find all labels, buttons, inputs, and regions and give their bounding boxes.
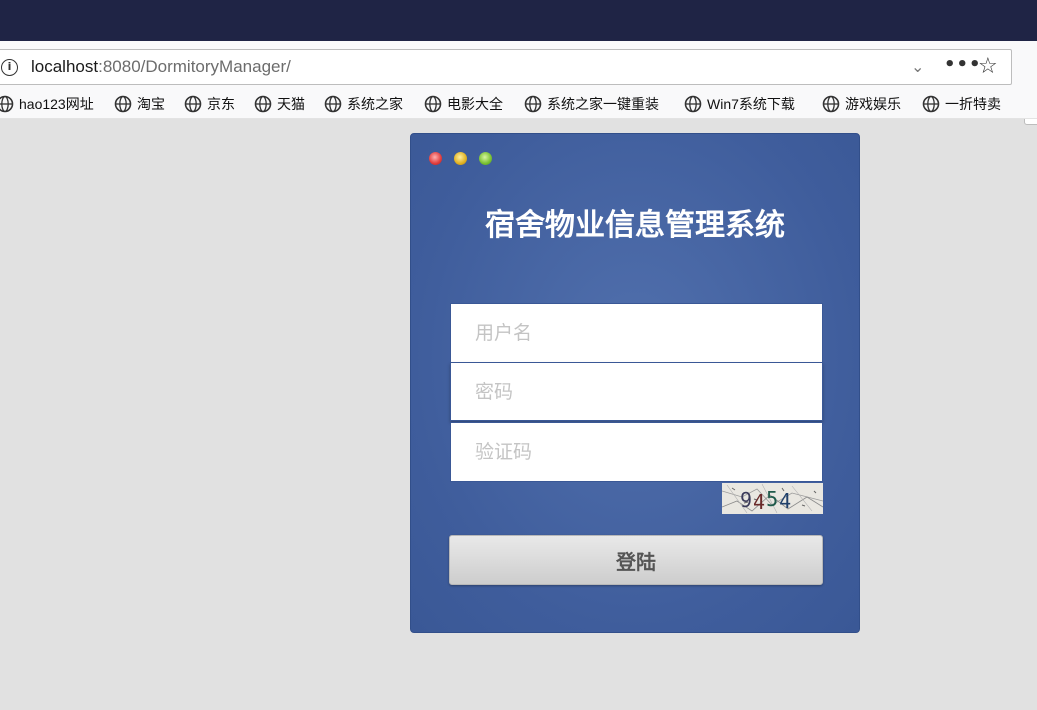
- bookmark-label: 系统之家: [347, 96, 403, 112]
- minimize-window-icon[interactable]: [454, 152, 467, 165]
- bookmark-label: 一折特卖: [945, 96, 1001, 112]
- address-bar[interactable]: i localhost:8080/DormitoryManager/ ⌄ •••…: [0, 49, 1012, 85]
- bookmark-label: 京东: [207, 96, 235, 112]
- more-actions-icon[interactable]: •••: [944, 54, 982, 75]
- bookmark-item[interactable]: 天猫: [254, 94, 305, 114]
- captcha-input[interactable]: [451, 423, 822, 481]
- browser-titlebar: [0, 0, 1037, 41]
- close-window-icon[interactable]: [429, 152, 442, 165]
- captcha-noise: 9454: [722, 483, 823, 514]
- captcha-field-wrapper: [450, 422, 823, 482]
- bookmark-item[interactable]: 淘宝: [114, 94, 165, 114]
- bookmark-item[interactable]: 京东: [184, 94, 235, 114]
- globe-icon: [184, 95, 202, 113]
- login-panel: 宿舍物业信息管理系统 9454 登陆: [410, 133, 860, 633]
- globe-icon: [822, 95, 840, 113]
- bookmarks-toolbar: hao123网址 淘宝 京东 天猫 系统之家 电影大全 系统之家一键重装 Win7系统下载 游戏…: [0, 89, 1037, 119]
- bookmark-label: Win7系统下载: [707, 96, 795, 112]
- captcha-image[interactable]: 9454: [722, 483, 823, 514]
- browser-navbar: i localhost:8080/DormitoryManager/ ⌄ •••…: [0, 41, 1037, 125]
- username-input[interactable]: [451, 304, 822, 362]
- bookmark-label: 游戏娱乐: [845, 96, 901, 112]
- bookmark-item[interactable]: 一折特卖: [922, 94, 1001, 114]
- info-icon[interactable]: i: [1, 59, 18, 76]
- bookmark-label: 淘宝: [137, 96, 165, 112]
- url-path: :8080/DormitoryManager/: [98, 57, 291, 76]
- globe-icon: [254, 95, 272, 113]
- captcha-code-text: 9454: [740, 487, 792, 514]
- bookmark-item[interactable]: 系统之家: [324, 94, 403, 114]
- bookmark-item[interactable]: 游戏娱乐: [822, 94, 901, 114]
- bookmark-label: hao123网址: [19, 96, 94, 112]
- bookmark-item[interactable]: 系统之家一键重装: [524, 94, 659, 114]
- password-field-wrapper: [450, 362, 823, 421]
- bookmark-label: 电影大全: [447, 96, 503, 112]
- url-host: localhost: [31, 57, 99, 76]
- globe-icon: [922, 95, 940, 113]
- globe-icon: [524, 95, 542, 113]
- globe-icon: [684, 95, 702, 113]
- bookmark-item[interactable]: 电影大全: [424, 94, 503, 114]
- bookmark-label: 系统之家一键重装: [547, 96, 659, 112]
- password-input[interactable]: [451, 363, 822, 420]
- bookmark-item[interactable]: hao123网址: [0, 94, 94, 114]
- login-button[interactable]: 登陆: [449, 535, 823, 585]
- system-title: 宿舍物业信息管理系统: [485, 208, 785, 243]
- maximize-window-icon[interactable]: [479, 152, 492, 165]
- bookmark-item[interactable]: Win7系统下载: [684, 94, 795, 114]
- bookmark-star-icon[interactable]: ☆: [978, 54, 998, 79]
- bookmark-label: 天猫: [277, 96, 305, 112]
- username-field-wrapper: [450, 303, 823, 363]
- globe-icon: [0, 95, 14, 113]
- globe-icon: [114, 95, 132, 113]
- chevron-down-icon[interactable]: ⌄: [911, 57, 924, 76]
- globe-icon: [424, 95, 442, 113]
- globe-icon: [324, 95, 342, 113]
- url-text[interactable]: localhost:8080/DormitoryManager/: [31, 57, 291, 77]
